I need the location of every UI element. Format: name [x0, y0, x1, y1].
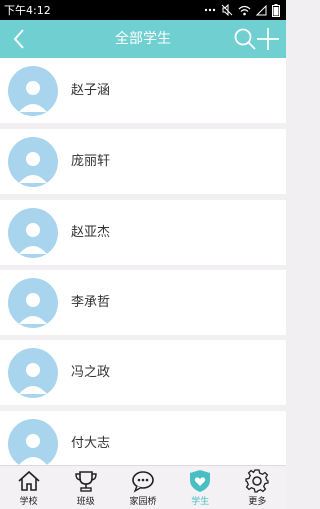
default-avatar-icon	[19, 152, 47, 183]
default-avatar-icon	[19, 81, 47, 112]
tab-students[interactable]: 学生	[172, 466, 229, 509]
student-row[interactable]: 庞丽轩	[0, 129, 286, 194]
student-list: 赵子涵 庞丽轩 赵亚杰 李承哲 冯之政 付大志	[0, 58, 286, 465]
status-icons	[204, 3, 280, 17]
dots-icon	[204, 5, 216, 15]
avatar	[8, 66, 58, 116]
tab-label: 班级	[76, 497, 95, 507]
avatar	[8, 137, 58, 187]
student-name: 冯之政	[71, 365, 111, 380]
gear-icon	[245, 469, 270, 493]
student-name: 赵亚杰	[71, 225, 111, 240]
avatar	[8, 419, 58, 465]
student-row[interactable]: 赵子涵	[0, 58, 286, 123]
tab-class[interactable]: 班级	[57, 466, 114, 509]
tab-label: 更多	[248, 497, 267, 507]
default-avatar-icon	[19, 363, 47, 394]
tab-school[interactable]: 学校	[0, 466, 57, 509]
avatar	[8, 278, 58, 328]
tab-label: 家园桥	[129, 497, 157, 507]
status-time: 下午4:12	[4, 4, 51, 17]
student-row[interactable]: 李承哲	[0, 270, 286, 335]
app-header: 全部学生	[0, 20, 286, 58]
student-name: 付大志	[71, 436, 111, 451]
chevron-left-icon	[13, 29, 24, 49]
default-avatar-icon	[19, 293, 47, 324]
house-icon	[18, 470, 40, 491]
tab-label: 学校	[19, 497, 38, 507]
wifi-icon	[238, 5, 251, 16]
add-student-button[interactable]	[256, 27, 280, 51]
tab-home-school-bridge[interactable]: 家园桥	[114, 466, 171, 509]
back-button[interactable]	[8, 27, 32, 51]
default-avatar-icon	[19, 223, 47, 254]
student-name: 庞丽轩	[71, 154, 111, 169]
status-bar: 下午4:12	[0, 0, 286, 20]
trophy-icon	[75, 471, 97, 492]
tab-more[interactable]: 更多	[229, 466, 286, 509]
avatar	[8, 208, 58, 258]
student-row[interactable]: 冯之政	[0, 340, 286, 405]
no-signal-icon	[256, 4, 267, 16]
student-row[interactable]: 付大志	[0, 411, 286, 465]
student-name: 李承哲	[71, 295, 111, 310]
avatar	[8, 348, 58, 398]
student-name: 赵子涵	[71, 83, 111, 98]
bottom-tab-bar: 学校 班级 家园桥 学生 更多	[0, 465, 286, 509]
chat-bubble-icon	[132, 471, 154, 493]
battery-icon	[272, 3, 280, 17]
student-row[interactable]: 赵亚杰	[0, 200, 286, 265]
shield-heart-icon	[190, 470, 211, 492]
plus-icon	[257, 28, 279, 50]
default-avatar-icon	[19, 434, 47, 465]
search-button[interactable]	[233, 27, 257, 51]
search-icon	[234, 28, 256, 50]
tab-label: 学生	[191, 497, 210, 507]
mute-icon	[221, 4, 233, 16]
